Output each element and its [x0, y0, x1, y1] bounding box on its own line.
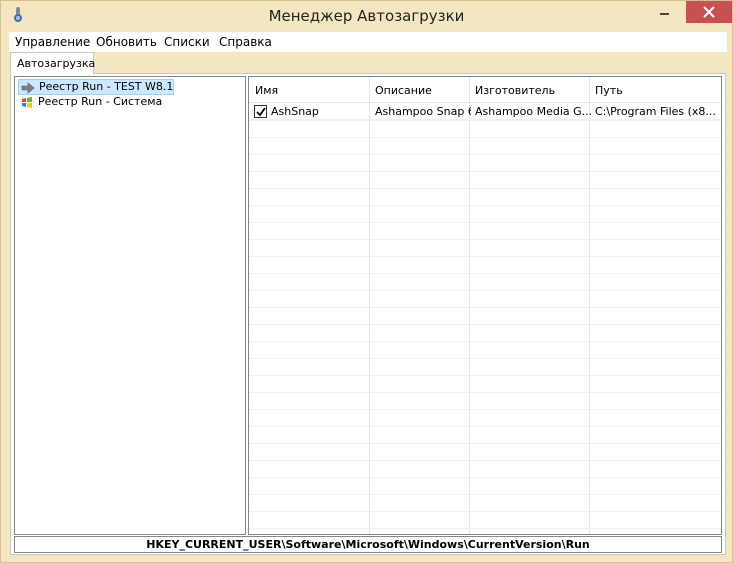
enabled-checkbox[interactable] [254, 105, 267, 118]
close-icon [703, 6, 715, 18]
menu-bar: Управление Обновить Списки Справка [9, 32, 727, 52]
grid-row-line [249, 154, 721, 155]
grid-row-line [249, 222, 721, 223]
grid-row-line [249, 137, 721, 138]
menu-manage[interactable]: Управление [15, 35, 90, 49]
list-header: Имя Описание Изготовитель Путь [249, 77, 721, 103]
cell-path: C:\Program Files (x8... [595, 105, 716, 118]
tab-autostart[interactable]: Автозагрузка [10, 52, 95, 74]
grid-row-line [249, 511, 721, 512]
grid-row-line [249, 239, 721, 240]
menu-refresh[interactable]: Обновить [96, 35, 157, 49]
grid-row-line [249, 477, 721, 478]
cell-name: AshSnap [271, 105, 319, 118]
tree-item-label: Реестр Run - TEST W8.1 [39, 80, 174, 93]
maximize-button[interactable] [678, 1, 686, 23]
grid-row-line [249, 205, 721, 206]
grid-row-line [249, 494, 721, 495]
column-header-description[interactable]: Описание [375, 84, 432, 97]
column-divider [589, 77, 590, 534]
column-divider [369, 77, 370, 534]
source-tree: Реестр Run - TEST W8.1 Реестр Run - Сист… [14, 76, 246, 535]
grid-row-line [249, 460, 721, 461]
registry-path-status: HKEY_CURRENT_USER\Software\Microsoft\Win… [14, 536, 722, 553]
startup-list: Имя Описание Изготовитель Путь AshSnap A… [248, 76, 722, 535]
windows-logo-icon [22, 97, 32, 108]
cell-description: Ashampoo Snap 6 [375, 105, 471, 118]
minimize-button[interactable] [650, 1, 678, 23]
tree-item-registry-run-user[interactable]: Реестр Run - TEST W8.1 [18, 79, 174, 95]
menu-lists[interactable]: Списки [164, 35, 210, 49]
close-button[interactable] [686, 1, 732, 23]
column-header-manufacturer[interactable]: Изготовитель [475, 84, 555, 97]
grid-row-line [249, 392, 721, 393]
grid-row-line [249, 307, 721, 308]
cell-manufacturer: Ashampoo Media G... [475, 105, 591, 118]
grid-row-line [249, 324, 721, 325]
column-header-path[interactable]: Путь [595, 84, 623, 97]
tree-item-label: Реестр Run - Система [38, 95, 163, 108]
grid-row-line [249, 188, 721, 189]
tree-item-registry-run-system[interactable]: Реестр Run - Система [18, 95, 162, 111]
menu-help[interactable]: Справка [219, 35, 272, 49]
grid-row-line [249, 443, 721, 444]
window-title: Менеджер Автозагрузки [268, 7, 465, 25]
app-window: Менеджер Автозагрузки Управление Обновит… [0, 0, 733, 563]
check-icon [256, 107, 266, 117]
grid-row-line [249, 290, 721, 291]
grid-row-line [249, 528, 721, 529]
column-header-name[interactable]: Имя [255, 84, 278, 97]
grid-row-line [249, 358, 721, 359]
grid-row-line [249, 375, 721, 376]
arrow-right-icon [21, 82, 35, 94]
column-divider [469, 77, 470, 534]
grid-row-line [249, 171, 721, 172]
grid-row-line [249, 256, 721, 257]
table-row[interactable]: AshSnap Ashampoo Snap 6 Ashampoo Media G… [249, 103, 721, 120]
grid-row-line [249, 120, 721, 121]
grid-row-line [249, 409, 721, 410]
grid-row-line [249, 341, 721, 342]
title-bar[interactable]: Менеджер Автозагрузки [1, 1, 732, 31]
grid-row-line [249, 273, 721, 274]
grid-row-line [249, 426, 721, 427]
